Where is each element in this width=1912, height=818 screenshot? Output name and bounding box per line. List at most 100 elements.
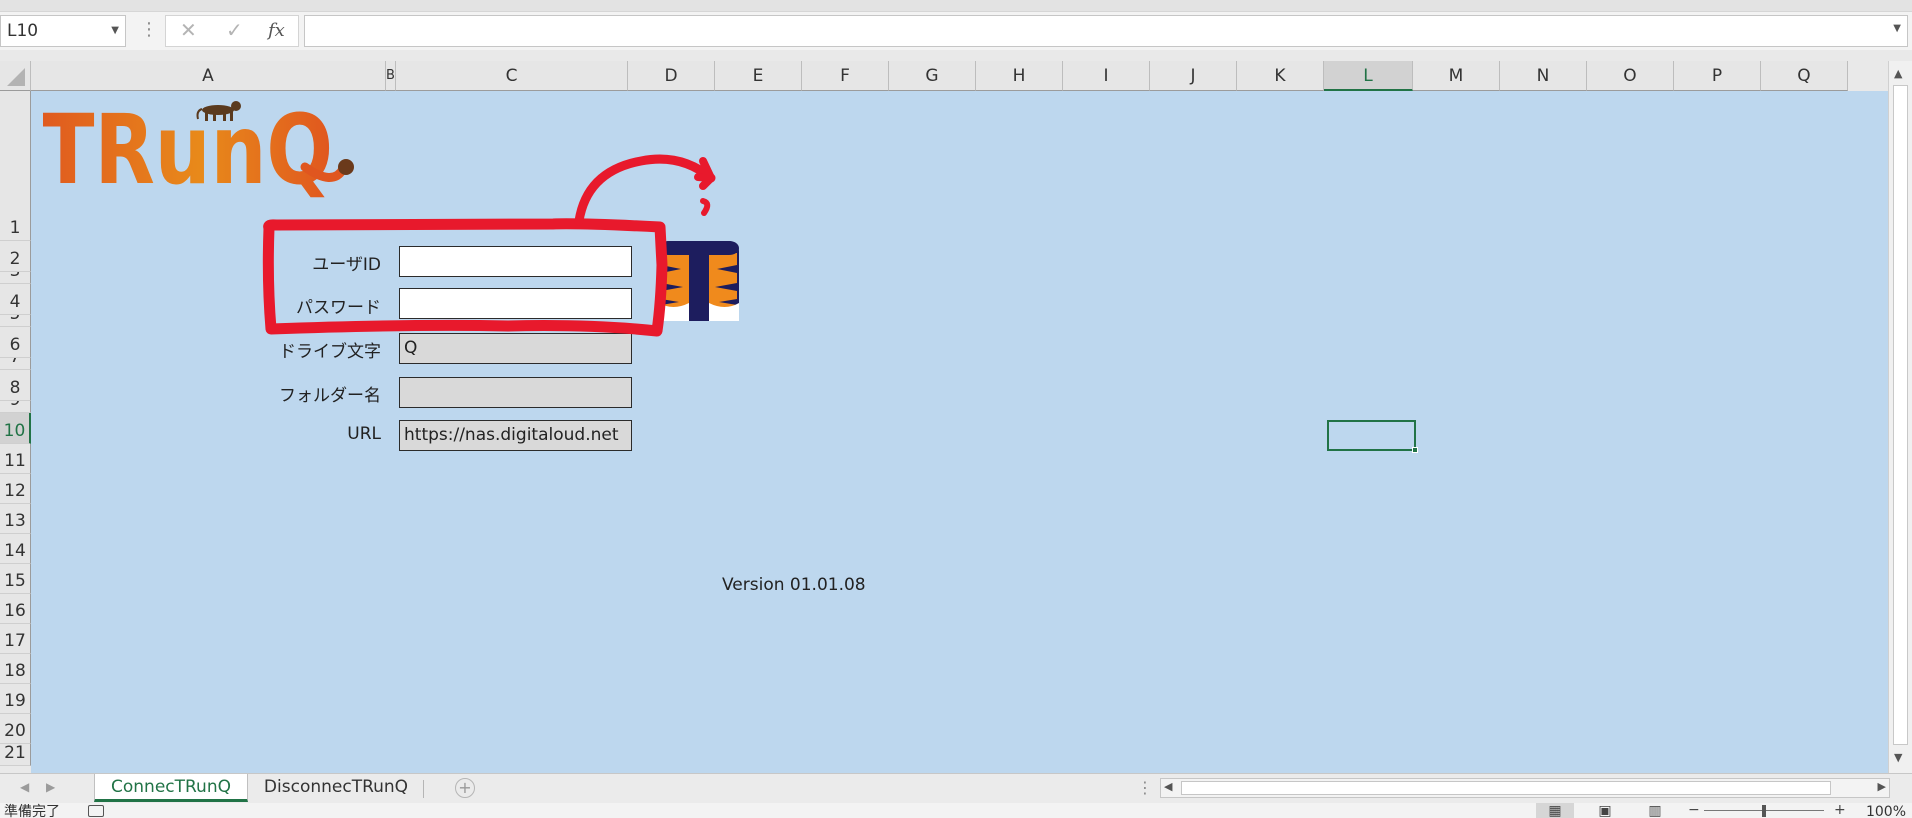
name-box[interactable]: L10 ▼ [0,15,126,47]
column-header-h[interactable]: H [976,61,1063,91]
horizontal-scroll-thumb[interactable] [1181,781,1831,795]
column-header-d[interactable]: D [628,61,715,91]
scroll-right-icon[interactable]: ▶ [1878,780,1886,793]
zoom-slider-knob[interactable] [1762,805,1766,817]
add-sheet-icon[interactable]: + [455,778,475,798]
tab-connectrunq[interactable]: ConnecTRunQ [94,774,248,802]
row-header-3[interactable]: 3 [0,272,31,284]
row-number: 12 [4,481,26,501]
column-header-n[interactable]: N [1500,61,1587,91]
scroll-up-icon[interactable]: ▲ [1894,67,1902,80]
scroll-left-icon[interactable]: ◀ [1164,780,1172,793]
row-header-8[interactable]: 8 [0,370,31,401]
row-header-20[interactable]: 20 [0,714,31,744]
ribbon-edge [0,0,1912,12]
row-header-2[interactable]: 2 [0,241,31,272]
row-header-9[interactable]: 9 [0,401,31,413]
normal-view-icon[interactable]: ▦ [1536,803,1574,818]
column-header-a[interactable]: A [31,61,386,91]
row-header-16[interactable]: 16 [0,594,31,624]
row-header-18[interactable]: 18 [0,654,31,684]
row-header-5[interactable]: 5 [0,315,31,327]
zoom-out-icon[interactable]: − [1688,803,1700,818]
row-number: 15 [4,571,26,591]
insert-function-icon[interactable]: fx [268,20,285,41]
cancel-icon[interactable]: ✕ [180,18,197,42]
select-all-button[interactable] [0,61,31,91]
tab-split-handle-icon[interactable]: ⋮ [1137,778,1153,797]
column-header-p[interactable]: P [1674,61,1761,91]
prev-sheet-icon[interactable]: ◀ [20,780,29,794]
row-number: 11 [4,451,26,471]
more-options-icon[interactable]: ⋮ [140,19,158,40]
active-cell-l10[interactable] [1327,420,1418,453]
row-header-13[interactable]: 13 [0,504,31,534]
zoom-in-icon[interactable]: + [1834,803,1846,818]
excel-window: L10 ▼ ⋮ ✕ ✓ fx ▼ ABCDEFGHIJKLMNOPQ 12345… [0,0,1912,818]
row-number: 19 [4,691,26,711]
row-header-17[interactable]: 17 [0,624,31,654]
next-sheet-icon[interactable]: ▶ [46,780,55,794]
horizontal-scrollbar[interactable]: ◀ ▶ [1160,778,1890,798]
row-number: 2 [9,249,21,269]
formula-bar: L10 ▼ ⋮ ✕ ✓ fx ▼ [0,12,1912,50]
row-number: 3 [0,272,30,281]
tab-disconnectrunq[interactable]: DisconnecTRunQ [252,774,420,802]
page-break-view-icon[interactable]: ▥ [1636,803,1674,818]
column-header-j[interactable]: J [1150,61,1237,91]
macro-record-icon[interactable] [88,805,104,817]
row-header-12[interactable]: 12 [0,474,31,504]
vertical-scrollbar[interactable]: ▲ ▼ [1888,61,1912,773]
column-header-c[interactable]: C [396,61,628,91]
row-header-7[interactable]: 7 [0,358,31,370]
vertical-scroll-thumb[interactable] [1893,85,1908,745]
fill-handle[interactable] [1412,447,1418,453]
column-header-q[interactable]: Q [1761,61,1848,91]
url-label: URL [347,424,381,444]
row-header-19[interactable]: 19 [0,684,31,714]
sheet-tab-bar: ◀ ▶ ConnecTRunQ DisconnecTRunQ + ⋮ ◀ ▶ [0,773,1912,803]
expand-formula-icon[interactable]: ▼ [1893,23,1901,34]
row-header-10[interactable]: 10 [0,413,31,444]
row-header-4[interactable]: 4 [0,284,31,315]
annotation-arrow-curve [574,154,716,226]
annotation-arrowhead-icon [694,157,715,190]
row-header-1[interactable]: 1 [0,91,31,241]
column-header-k[interactable]: K [1237,61,1324,91]
red-annotation [262,154,716,337]
row-number: 14 [4,541,26,561]
folder-name-field[interactable] [399,377,632,408]
folder-name-label: フォルダー名 [279,386,381,406]
tab-separator [423,780,424,798]
url-field[interactable]: https://nas.digitaloud.net [399,420,632,451]
page-layout-view-icon[interactable]: ▣ [1586,803,1624,818]
column-header-i[interactable]: I [1063,61,1150,91]
column-header-g[interactable]: G [889,61,976,91]
scroll-down-icon[interactable]: ▼ [1894,751,1902,764]
row-number: 16 [4,601,26,621]
column-header-l[interactable]: L [1324,61,1413,91]
row-number: 21 [4,744,26,763]
column-header-o[interactable]: O [1587,61,1674,91]
row-number: 20 [4,721,26,741]
enter-icon[interactable]: ✓ [226,18,243,42]
column-header-b[interactable]: B [386,61,396,91]
row-header-14[interactable]: 14 [0,534,31,564]
annotation-box [262,218,668,337]
row-number: 5 [0,315,30,324]
row-header-6[interactable]: 6 [0,327,31,358]
worksheet-grid[interactable]: TRunQ ユーザID パスワード ドライブ文字 Q フォルダー名 URL ht… [31,91,1888,773]
name-box-value: L10 [7,21,39,41]
column-header-f[interactable]: F [802,61,889,91]
row-header-15[interactable]: 15 [0,564,31,594]
column-header-m[interactable]: M [1413,61,1500,91]
formula-input[interactable]: ▼ [304,15,1908,47]
column-header-e[interactable]: E [715,61,802,91]
status-text: 準備完了 [4,804,60,818]
chevron-down-icon[interactable]: ▼ [111,16,119,46]
zoom-level[interactable]: 100% [1866,803,1906,818]
row-number: 1 [9,218,21,238]
row-number: 6 [9,335,21,355]
row-header-21[interactable]: 21 [0,744,31,766]
row-header-11[interactable]: 11 [0,444,31,474]
